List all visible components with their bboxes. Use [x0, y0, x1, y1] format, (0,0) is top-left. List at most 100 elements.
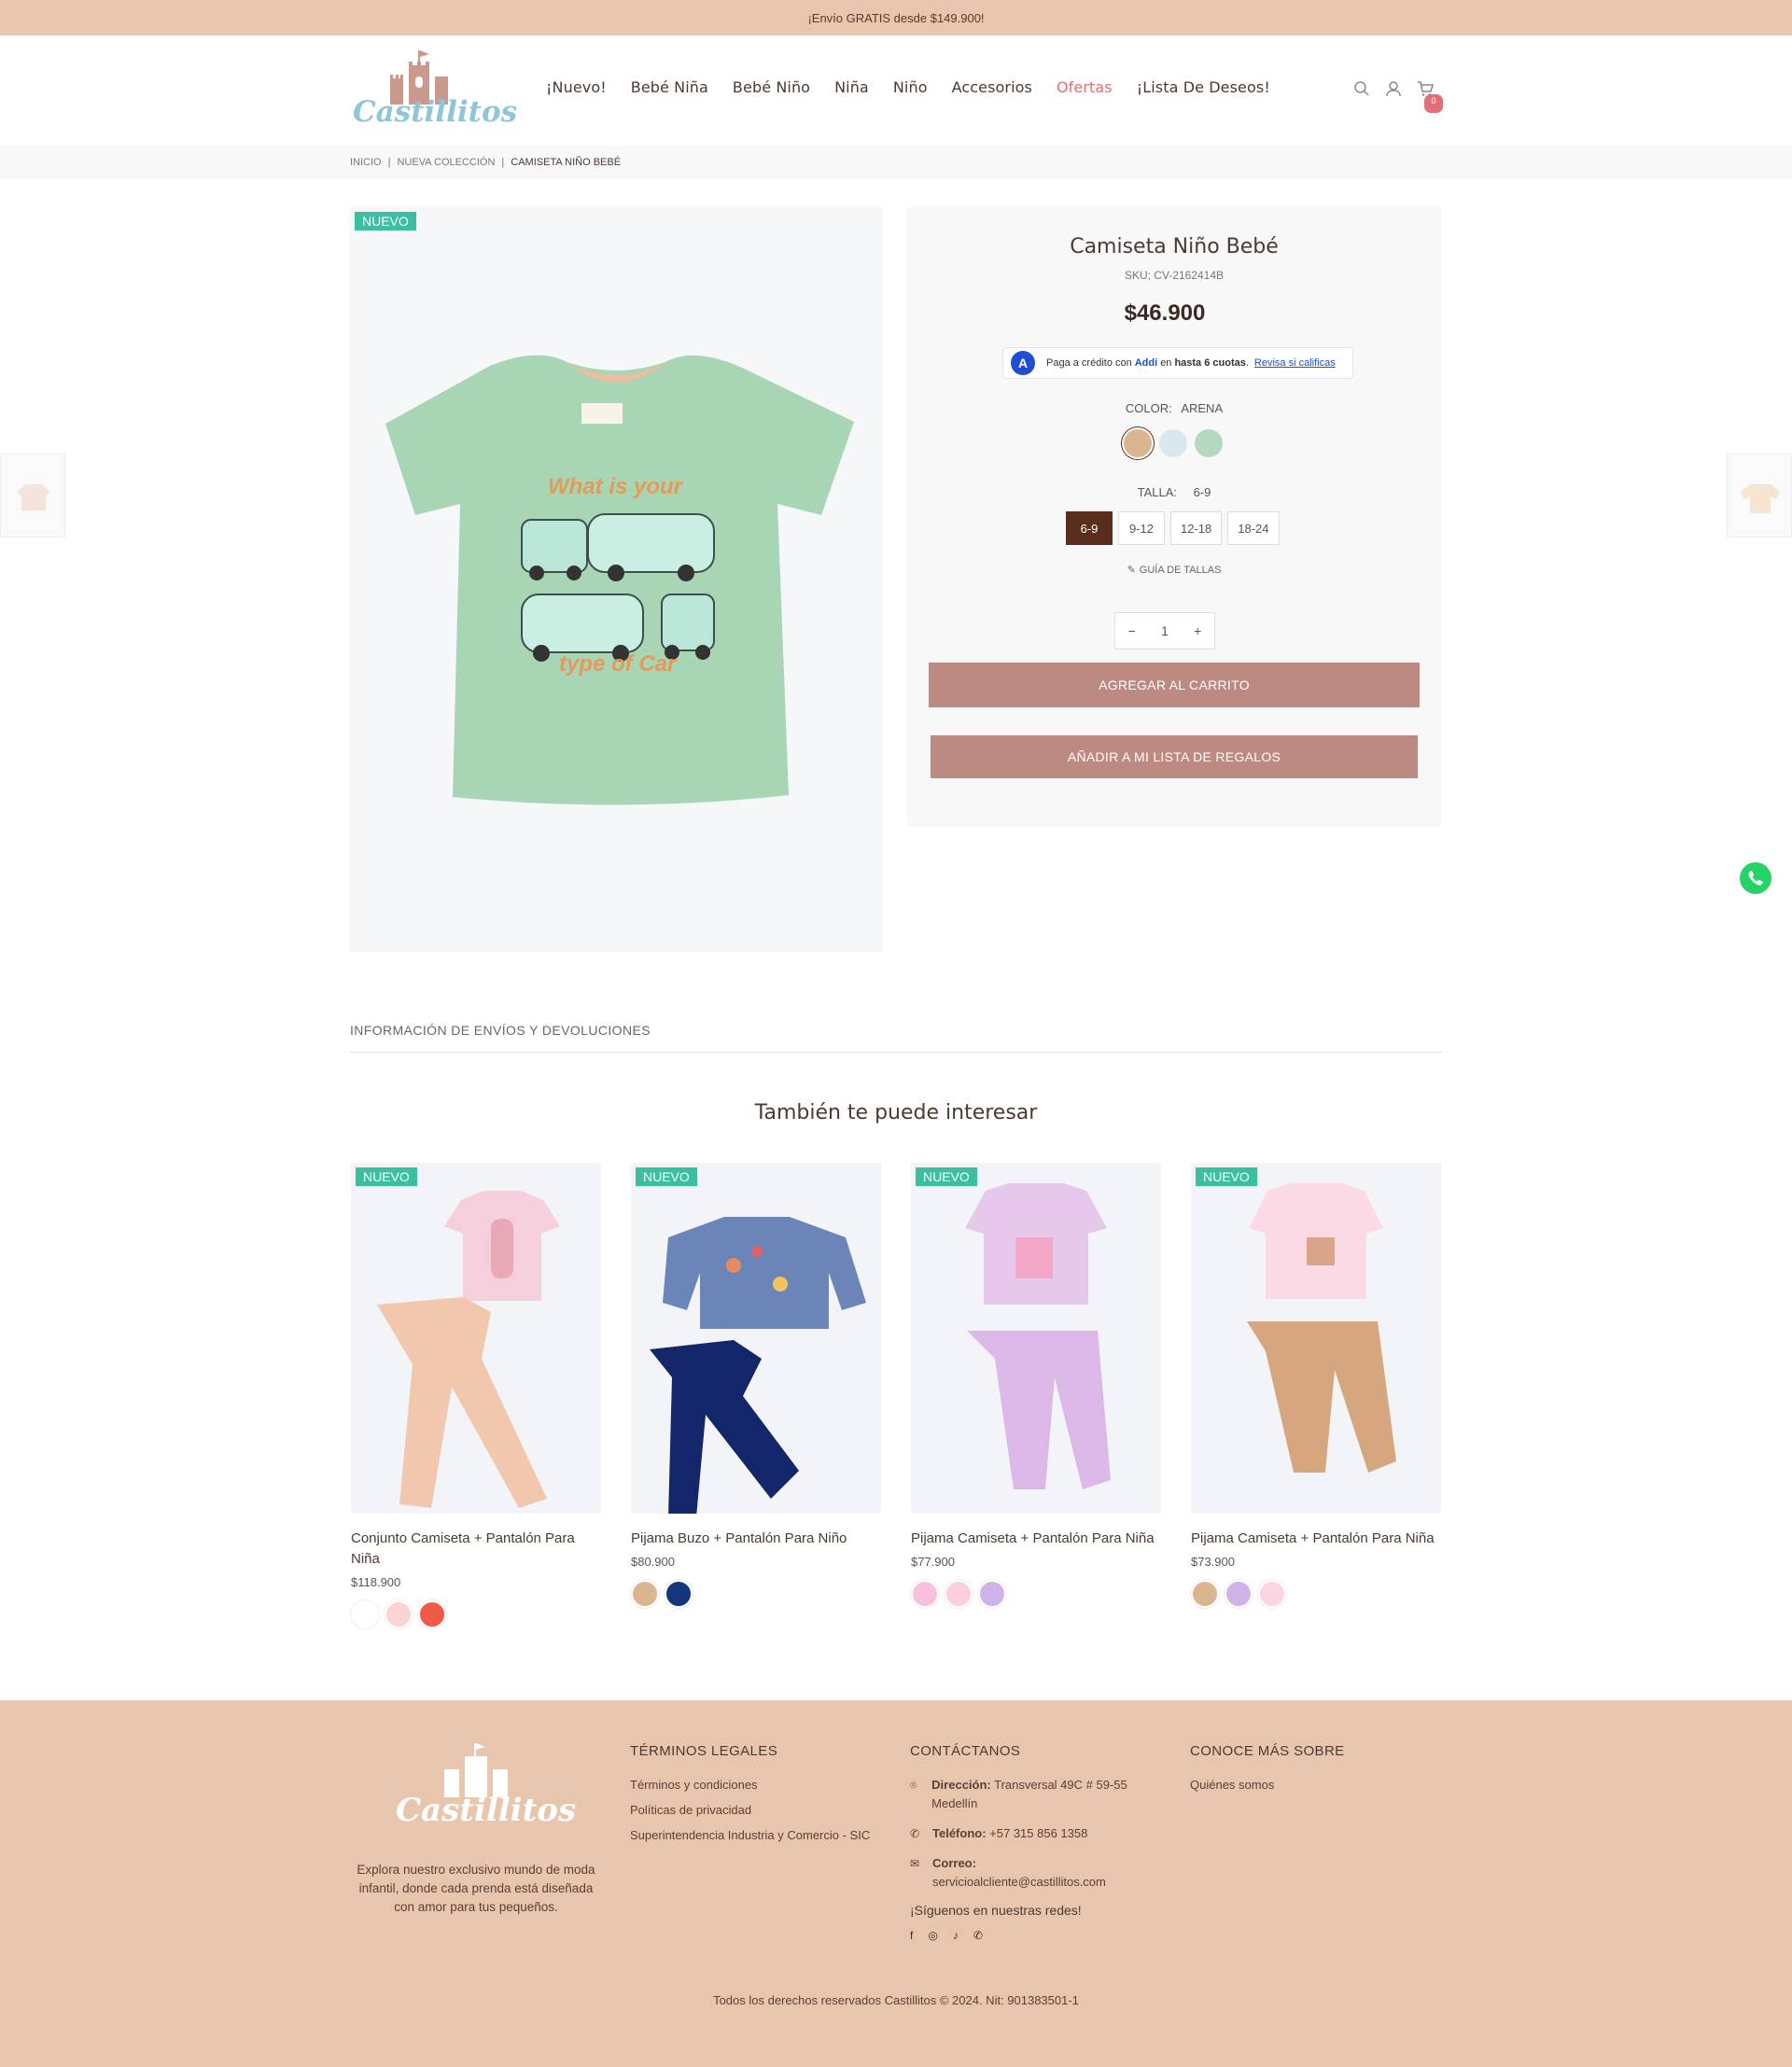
- breadcrumb-separator: |: [387, 157, 391, 168]
- shirt-print-top: What is your: [548, 474, 683, 499]
- footer-logo[interactable]: Castillitos: [392, 1743, 576, 1846]
- user-icon[interactable]: [1385, 80, 1404, 99]
- phone-value[interactable]: +57 315 856 1358: [989, 1826, 1087, 1840]
- color-swatch[interactable]: [1191, 1580, 1219, 1608]
- related-product-image[interactable]: NUEVO: [1191, 1163, 1441, 1514]
- size-value: 6-9: [1193, 485, 1211, 499]
- tiktok-icon[interactable]: ♪: [953, 1929, 959, 1942]
- related-product-name[interactable]: Pijama Camiseta + Pantalón Para Niña: [1191, 1529, 1441, 1549]
- color-swatch[interactable]: [911, 1580, 939, 1608]
- next-product-thumb[interactable]: [1727, 454, 1792, 538]
- addi-dot: .: [1245, 357, 1249, 369]
- product-gallery[interactable]: NUEVO What is your type of Car: [350, 207, 882, 952]
- size-option-9-12[interactable]: 9-12: [1118, 511, 1165, 545]
- related-color-swatches: [351, 1600, 601, 1628]
- plus-icon[interactable]: +: [1194, 623, 1201, 638]
- castillitos-logo[interactable]: Castillitos: [351, 49, 517, 134]
- new-badge: NUEVO: [636, 1167, 697, 1186]
- related-product-image[interactable]: NUEVO: [631, 1163, 881, 1514]
- related-product-card[interactable]: NUEVO Pijama Camiseta + Pantalón Para Ni…: [1191, 1163, 1441, 1608]
- related-product-card[interactable]: NUEVO Pijama Camiseta + Pantalón Para Ni…: [911, 1163, 1161, 1608]
- color-swatch[interactable]: [665, 1580, 693, 1608]
- related-product-card[interactable]: NUEVO Conjunto Camiseta + Pantalón Para …: [351, 1163, 601, 1628]
- quantity-value[interactable]: 1: [1161, 623, 1169, 638]
- footer-contact-title: CONTÁCTANOS: [910, 1743, 1021, 1759]
- size-options: 6-9 9-12 12-18 18-24: [1066, 511, 1280, 545]
- color-swatch[interactable]: [418, 1600, 446, 1628]
- related-color-swatches: [1191, 1580, 1441, 1608]
- nav-bebe-nina[interactable]: Bebé Niña: [631, 78, 708, 96]
- logo-text: Castillitos: [353, 95, 518, 129]
- size-guide-link[interactable]: ✎ GUÍA DE TALLAS: [907, 564, 1441, 576]
- facebook-icon[interactable]: f: [910, 1929, 913, 1942]
- nav-bebe-nino[interactable]: Bebé Niño: [733, 78, 810, 96]
- color-swatch-mint[interactable]: [1195, 429, 1223, 457]
- footer-about-title: CONOCE MÁS SOBRE: [1190, 1743, 1345, 1759]
- addi-mid: en: [1160, 357, 1172, 369]
- footer-link-sic[interactable]: Superintendencia Industria y Comercio - …: [630, 1826, 882, 1845]
- size-option-12-18[interactable]: 12-18: [1170, 511, 1223, 545]
- color-swatch[interactable]: [1258, 1580, 1286, 1608]
- related-product-price: $80.900: [631, 1555, 675, 1569]
- related-product-name[interactable]: Pijama Buzo + Pantalón Para Niño: [631, 1529, 881, 1549]
- free-shipping-text: ¡Envío GRATIS desde $149.900!: [807, 10, 985, 25]
- size-option-18-24[interactable]: 18-24: [1227, 511, 1280, 545]
- footer-copyright: Todos los derechos reservados Castillito…: [713, 1993, 1079, 2007]
- related-product-name[interactable]: Pijama Camiseta + Pantalón Para Niña: [911, 1529, 1161, 1549]
- footer-legal-title: TÉRMINOS LEGALES: [630, 1743, 778, 1759]
- whatsapp-small-icon[interactable]: ✆: [973, 1929, 983, 1942]
- addi-brand: Addi: [1134, 357, 1158, 369]
- shipping-returns-section[interactable]: INFORMACIÓN DE ENVÍOS Y DEVOLUCIONES: [350, 1023, 1442, 1053]
- nav-nino[interactable]: Niño: [893, 78, 928, 96]
- color-swatch[interactable]: [1225, 1580, 1253, 1608]
- product-sku: SKU; CV-2162414B: [1124, 269, 1225, 282]
- location-pin-icon: ⌾: [910, 1779, 917, 1792]
- color-swatch[interactable]: [945, 1580, 973, 1608]
- nav-nina[interactable]: Niña: [834, 78, 869, 96]
- size-label: TALLA:: [1137, 485, 1177, 499]
- related-product-image[interactable]: NUEVO: [351, 1163, 601, 1514]
- color-swatch[interactable]: [385, 1600, 413, 1628]
- color-swatch-arena[interactable]: [1124, 429, 1152, 457]
- nav-nuevo[interactable]: ¡Nuevo!: [546, 78, 607, 96]
- nav-ofertas[interactable]: Ofertas: [1057, 78, 1113, 96]
- add-to-cart-button[interactable]: AGREGAR AL CARRITO: [929, 663, 1420, 707]
- footer-link-terms[interactable]: Términos y condiciones: [630, 1776, 882, 1795]
- footer-link-about[interactable]: Quiénes somos: [1190, 1776, 1442, 1795]
- mail-icon: ✉: [910, 1857, 920, 1870]
- instagram-icon[interactable]: ◎: [928, 1929, 937, 1942]
- related-color-swatches: [911, 1580, 1161, 1608]
- search-icon[interactable]: [1353, 80, 1372, 99]
- color-swatch-light-blue[interactable]: [1159, 429, 1187, 457]
- breadcrumb-inicio[interactable]: INICIO: [350, 157, 382, 168]
- addi-check-link[interactable]: Revisa si calificas: [1254, 357, 1336, 369]
- prev-product-thumb[interactable]: [0, 454, 65, 538]
- color-swatch[interactable]: [978, 1580, 1006, 1608]
- whatsapp-icon[interactable]: [1740, 862, 1771, 894]
- color-swatch[interactable]: [631, 1580, 659, 1608]
- size-option-6-9[interactable]: 6-9: [1066, 511, 1113, 545]
- nav-lista-deseos[interactable]: ¡Lista De Deseos!: [1137, 78, 1270, 96]
- footer-email: ✉ Correo: servicioalcliente@castillitos.c…: [910, 1854, 1162, 1892]
- related-product-name[interactable]: Conjunto Camiseta + Pantalón Para Niña: [351, 1529, 601, 1570]
- product-image: [385, 355, 854, 805]
- color-label: COLOR:: [1125, 401, 1172, 415]
- color-swatches: [1124, 429, 1223, 457]
- color-swatch[interactable]: [351, 1600, 379, 1628]
- site-footer: Castillitos Explora nuestro exclusivo mu…: [0, 1700, 1792, 2067]
- free-shipping-bar: ¡Envío GRATIS desde $149.900!: [0, 0, 1792, 35]
- email-value[interactable]: servicioalcliente@castillitos.com: [932, 1875, 1106, 1889]
- product-info-panel: Camiseta Niño Bebé SKU; CV-2162414B $46.…: [907, 207, 1441, 827]
- cart-icon[interactable]: 0: [1417, 80, 1443, 113]
- minus-icon[interactable]: −: [1128, 623, 1136, 638]
- related-product-card[interactable]: NUEVO Pijama Buzo + Pantalón Para Niño $…: [631, 1163, 881, 1608]
- footer-link-privacy[interactable]: Políticas de privacidad: [630, 1801, 882, 1820]
- add-to-gift-list-button[interactable]: AÑADIR A MI LISTA DE REGALOS: [931, 735, 1418, 778]
- related-product-image[interactable]: NUEVO: [911, 1163, 1161, 1514]
- nav-accesorios[interactable]: Accesorios: [952, 78, 1032, 96]
- shirt-print-bottom: type of Car: [559, 651, 677, 677]
- related-title: También te puede interesar: [754, 1101, 1038, 1124]
- breadcrumb-nueva-coleccion[interactable]: NUEVA COLECCIÓN: [397, 157, 495, 168]
- new-badge: NUEVO: [916, 1167, 977, 1186]
- breadcrumb-separator: |: [501, 157, 505, 168]
